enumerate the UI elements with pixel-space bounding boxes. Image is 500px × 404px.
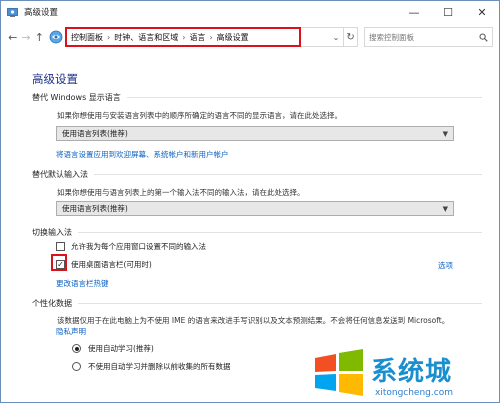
radio-selected-dot [74, 346, 79, 351]
checkbox-highlight-box [51, 254, 67, 271]
input-method-select[interactable]: 使用语言列表(推荐) ▼ [56, 201, 454, 216]
control-panel-icon [7, 7, 18, 18]
breadcrumb-separator: › [107, 32, 111, 42]
main-content: 高级设置 替代 Windows 显示语言 如果你想使用与安装语言列表中的顺序所确… [1, 51, 500, 404]
section-input-method: 替代默认输入法 如果你想使用与语言列表上的第一个输入法不同的输入法，请在此处选择… [32, 169, 482, 198]
title-bar: 高级设置 — ☐ ✕ [1, 1, 499, 23]
control-panel-icon [49, 29, 63, 45]
section-display-language: 替代 Windows 显示语言 如果你想使用与安装语言列表中的顺序所确定的语言不… [32, 92, 482, 121]
no-auto-learning-radio[interactable] [72, 362, 81, 371]
section-heading: 替代 Windows 显示语言 [32, 92, 482, 103]
checkbox-label: 允许我为每个应用窗口设置不同的输入法 [71, 242, 206, 251]
search-icon[interactable] [479, 33, 488, 42]
section-heading-label: 切换输入法 [32, 228, 72, 237]
section-switch-input: 切换输入法 [32, 227, 482, 238]
forward-button[interactable]: → [20, 29, 31, 45]
address-bar-extension[interactable]: ⌄ [301, 27, 344, 47]
per-app-input-checkbox-row[interactable]: 允许我为每个应用窗口设置不同的输入法 [56, 241, 206, 252]
breadcrumb-control-panel[interactable]: 控制面板 [71, 32, 103, 43]
section-description: 该数据仅用于在此电脑上为不使用 IME 的语言来改进手写识别以及文本预测结果。不… [57, 316, 450, 325]
auto-learning-radio[interactable] [72, 344, 81, 353]
section-heading: 个性化数据 [32, 298, 482, 309]
back-button[interactable]: ← [7, 29, 18, 45]
refresh-button[interactable]: ↻ [343, 27, 358, 47]
up-button[interactable]: ↑ [34, 29, 45, 45]
maximize-button[interactable]: ☐ [431, 1, 465, 23]
search-box[interactable] [364, 27, 493, 47]
auto-learning-radio-row[interactable]: 使用自动学习(推荐) [72, 343, 154, 354]
per-app-input-checkbox[interactable] [56, 242, 65, 251]
change-hotkeys-link[interactable]: 更改语言栏热键 [56, 278, 109, 289]
no-auto-learning-radio-row[interactable]: 不使用自动学习并删除以前收集的所有数据 [72, 361, 231, 372]
chevron-down-icon: ▼ [442, 129, 448, 138]
window-controls: — ☐ ✕ [397, 1, 499, 23]
divider [78, 232, 482, 233]
close-button[interactable]: ✕ [465, 1, 499, 23]
select-value: 使用语言列表(推荐) [62, 129, 128, 138]
section-heading-label: 替代 Windows 显示语言 [32, 93, 121, 102]
section-heading-label: 替代默认输入法 [32, 170, 88, 179]
chevron-down-icon[interactable]: ⌄ [329, 28, 343, 46]
window: 高级设置 — ☐ ✕ ← → ↑ 控制面板 › 时钟、语言和区域 › 语言 › … [0, 0, 500, 403]
divider [126, 97, 482, 98]
breadcrumb-separator: › [209, 32, 213, 42]
breadcrumb-advanced-settings[interactable]: 高级设置 [217, 32, 249, 43]
desktop-language-bar-checkbox-row[interactable]: ✓ 使用桌面语言栏(可用时) [56, 259, 152, 270]
divider [94, 174, 482, 175]
chevron-down-icon: ▼ [442, 204, 448, 213]
divider [78, 303, 482, 304]
breadcrumb-clock-language-region[interactable]: 时钟、语言和区域 [114, 32, 178, 43]
address-bar[interactable]: 控制面板 › 时钟、语言和区域 › 语言 › 高级设置 [65, 27, 302, 47]
minimize-button[interactable]: — [397, 1, 431, 23]
breadcrumb-language[interactable]: 语言 [189, 32, 205, 43]
search-input[interactable] [369, 32, 479, 42]
window-title: 高级设置 [24, 8, 59, 18]
page-title: 高级设置 [32, 72, 78, 86]
apply-language-settings-link[interactable]: 将语言设置应用到欢迎屏幕、系统帐户和新用户帐户 [56, 149, 229, 160]
checkbox-label: 使用桌面语言栏(可用时) [71, 260, 152, 269]
options-link[interactable]: 选项 [438, 260, 453, 271]
section-heading: 替代默认输入法 [32, 169, 482, 180]
select-value: 使用语言列表(推荐) [62, 204, 128, 213]
navigation-bar: ← → ↑ 控制面板 › 时钟、语言和区域 › 语言 › 高级设置 ⌄ ↻ [1, 23, 499, 51]
radio-label: 使用自动学习(推荐) [88, 344, 154, 353]
section-description: 如果你想使用与语言列表上的第一个输入法不同的输入法，请在此处选择。 [57, 188, 305, 197]
section-heading: 切换输入法 [32, 227, 482, 238]
section-heading-label: 个性化数据 [32, 299, 72, 308]
privacy-statement-link[interactable]: 隐私声明 [56, 326, 86, 337]
radio-label: 不使用自动学习并删除以前收集的所有数据 [88, 362, 231, 371]
breadcrumb-separator: › [182, 32, 186, 42]
display-language-select[interactable]: 使用语言列表(推荐) ▼ [56, 126, 454, 141]
section-personalization: 个性化数据 该数据仅用于在此电脑上为不使用 IME 的语言来改进手写识别以及文本… [32, 298, 482, 326]
section-description: 如果你想使用与安装语言列表中的顺序所确定的语言不同的显示语言，请在此处选择。 [57, 111, 342, 120]
